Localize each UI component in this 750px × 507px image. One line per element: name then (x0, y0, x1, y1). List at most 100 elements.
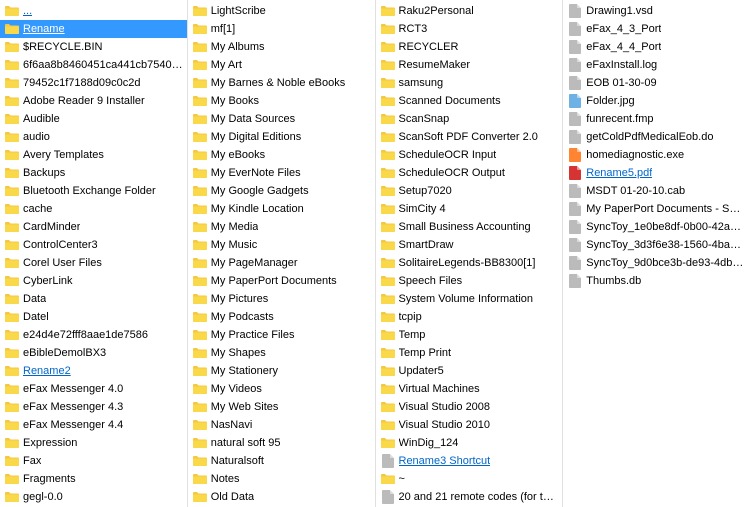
list-item[interactable]: My Google Gadgets (188, 182, 375, 200)
list-item[interactable]: Small Business Accounting (376, 218, 563, 236)
list-item[interactable]: Backups (0, 164, 187, 182)
list-item[interactable]: Drawing1.vsd (563, 2, 750, 20)
list-item[interactable]: ... (0, 2, 187, 20)
list-item[interactable]: eFaxInstall.log (563, 56, 750, 74)
list-item[interactable]: audio (0, 128, 187, 146)
list-item[interactable]: Visual Studio 2010 (376, 416, 563, 434)
list-item[interactable]: My PaperPort Documents - Shortcut (563, 200, 750, 218)
list-item[interactable]: Expression (0, 434, 187, 452)
list-item[interactable]: eBibleDemolBX3 (0, 344, 187, 362)
list-item[interactable]: My Videos (188, 380, 375, 398)
list-item[interactable]: $RECYCLE.BIN (0, 38, 187, 56)
list-item[interactable]: cache (0, 200, 187, 218)
list-item[interactable]: My Stationery (188, 362, 375, 380)
list-item[interactable]: ResumeMaker (376, 56, 563, 74)
list-item[interactable]: LightScribe (188, 2, 375, 20)
list-item[interactable]: ~ (376, 470, 563, 488)
list-item[interactable]: SyncToy_1e0be8df-0b00-42ab-a6f2-7614609c… (563, 218, 750, 236)
list-item[interactable]: System Volume Information (376, 290, 563, 308)
list-item[interactable]: Temp Print (376, 344, 563, 362)
list-item[interactable]: My PageManager (188, 254, 375, 272)
list-item[interactable]: ScanSoft PDF Converter 2.0 (376, 128, 563, 146)
list-item[interactable]: Avery Templates (0, 146, 187, 164)
list-item[interactable]: Rename (0, 20, 187, 38)
list-item[interactable]: samsung (376, 74, 563, 92)
list-item[interactable]: homediagnostic.exe (563, 146, 750, 164)
list-item[interactable]: Raku2Personal (376, 2, 563, 20)
list-item[interactable]: SolitaireLegends-BB8300[1] (376, 254, 563, 272)
list-item[interactable]: My Shapes (188, 344, 375, 362)
list-item[interactable]: eFax_4_4_Port (563, 38, 750, 56)
list-item[interactable]: MSDT 01-20-10.cab (563, 182, 750, 200)
list-item[interactable]: eFax Messenger 4.3 (0, 398, 187, 416)
list-item[interactable]: Adobe Reader 9 Installer (0, 92, 187, 110)
list-item[interactable]: Fragments (0, 470, 187, 488)
list-item[interactable]: My Music (188, 236, 375, 254)
list-item[interactable]: Rename3 Shortcut (376, 452, 563, 470)
list-item[interactable]: Updater5 (376, 362, 563, 380)
list-item[interactable]: Rename2 (0, 362, 187, 380)
list-item[interactable]: eFax Messenger 4.4 (0, 416, 187, 434)
list-item[interactable]: eFax_4_3_Port (563, 20, 750, 38)
list-item[interactable]: My eBooks (188, 146, 375, 164)
list-item[interactable]: Setup7020 (376, 182, 563, 200)
list-item[interactable]: 79452c1f7188d09c0c2d (0, 74, 187, 92)
list-item[interactable]: e24d4e72fff8aae1de7586 (0, 326, 187, 344)
list-item[interactable]: My PaperPort Documents (188, 272, 375, 290)
list-item[interactable]: SyncToy_3d3f6e38-1560-4ba4-9523-fcfe70ff… (563, 236, 750, 254)
list-item[interactable]: Naturalsoft (188, 452, 375, 470)
list-item[interactable]: SimCity 4 (376, 200, 563, 218)
list-item[interactable]: Rename5.pdf (563, 164, 750, 182)
list-item[interactable]: Thumbs.db (563, 272, 750, 290)
list-item[interactable]: My Data Sources (188, 110, 375, 128)
list-item[interactable]: SyncToy_9d0bce3b-de93-4db7-bf4d-355fad29… (563, 254, 750, 272)
list-item[interactable]: 20 and 21 remote codes (for the 211, 411… (376, 488, 563, 506)
list-item[interactable]: getColdPdfMedicalEob.do (563, 128, 750, 146)
list-item[interactable]: Notes (188, 470, 375, 488)
list-item[interactable]: Bluetooth Exchange Folder (0, 182, 187, 200)
list-item[interactable]: My Practice Files (188, 326, 375, 344)
list-item[interactable]: Speech Files (376, 272, 563, 290)
list-item[interactable]: funrecent.fmp (563, 110, 750, 128)
list-item[interactable]: Audible (0, 110, 187, 128)
list-item[interactable]: My Pictures (188, 290, 375, 308)
list-item[interactable]: My Web Sites (188, 398, 375, 416)
list-item[interactable]: CyberLink (0, 272, 187, 290)
list-item[interactable]: ScheduleOCR Input (376, 146, 563, 164)
list-item[interactable]: Temp (376, 326, 563, 344)
list-item[interactable]: Data (0, 290, 187, 308)
list-item[interactable]: My Albums (188, 38, 375, 56)
list-item[interactable]: My Media (188, 218, 375, 236)
list-item[interactable]: My Books (188, 92, 375, 110)
list-item[interactable]: SmartDraw (376, 236, 563, 254)
list-item[interactable]: WinDig_124 (376, 434, 563, 452)
list-item[interactable]: My Kindle Location (188, 200, 375, 218)
list-item[interactable]: eFax Messenger 4.0 (0, 380, 187, 398)
list-item[interactable]: My Barnes & Noble eBooks (188, 74, 375, 92)
list-item[interactable]: Corel User Files (0, 254, 187, 272)
list-item[interactable]: My Podcasts (188, 308, 375, 326)
list-item[interactable]: ScheduleOCR Output (376, 164, 563, 182)
list-item[interactable]: ControlCenter3 (0, 236, 187, 254)
list-item[interactable]: CardMinder (0, 218, 187, 236)
list-item[interactable]: NasNavi (188, 416, 375, 434)
list-item[interactable]: Scanned Documents (376, 92, 563, 110)
list-item[interactable]: RCT3 (376, 20, 563, 38)
list-item[interactable]: tcpip (376, 308, 563, 326)
list-item[interactable]: Fax (0, 452, 187, 470)
list-item[interactable]: gegl-0.0 (0, 488, 187, 506)
list-item[interactable]: RECYCLER (376, 38, 563, 56)
list-item[interactable]: My EverNote Files (188, 164, 375, 182)
list-item[interactable]: Virtual Machines (376, 380, 563, 398)
list-item[interactable]: 6f6aa8b8460451ca441cb75409b619ea (0, 56, 187, 74)
list-item[interactable]: Folder.jpg (563, 92, 750, 110)
list-item[interactable]: mf[1] (188, 20, 375, 38)
list-item[interactable]: Old Data (188, 488, 375, 506)
list-item[interactable]: My Digital Editions (188, 128, 375, 146)
list-item[interactable]: EOB 01-30-09 (563, 74, 750, 92)
list-item[interactable]: natural soft 95 (188, 434, 375, 452)
list-item[interactable]: Datel (0, 308, 187, 326)
list-item[interactable]: ScanSnap (376, 110, 563, 128)
list-item[interactable]: My Art (188, 56, 375, 74)
list-item[interactable]: Visual Studio 2008 (376, 398, 563, 416)
